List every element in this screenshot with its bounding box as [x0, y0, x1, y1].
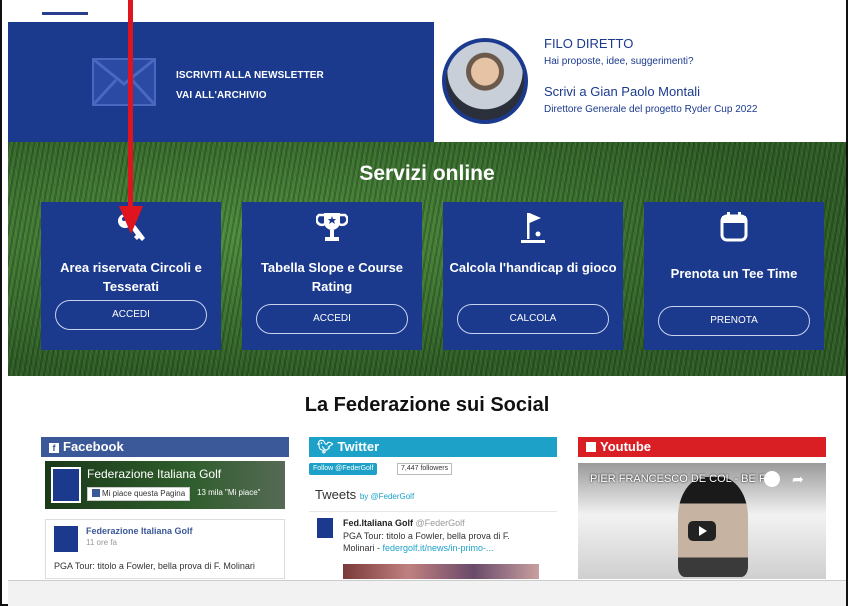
- tweet-author[interactable]: Fed.Italiana Golf: [343, 518, 413, 528]
- facebook-post[interactable]: Federazione Italiana Golf 11 ore fa PGA …: [45, 519, 285, 579]
- twitter-header: 🐦︎ Twitter: [309, 437, 557, 457]
- newsletter-archive-link[interactable]: VAI ALL'ARCHIVIO: [176, 86, 324, 106]
- trophy-icon: [316, 213, 348, 241]
- tweet-text-block: PGA Tour: titolo a Fowler, bella prova d…: [343, 530, 539, 554]
- tweet-image[interactable]: [343, 564, 539, 579]
- tweets-label: Tweets: [315, 487, 357, 502]
- youtube-icon: [586, 442, 596, 452]
- service-card-slope-rating: Tabella Slope e Course Rating ACCEDI: [242, 202, 422, 350]
- service-card-title: Tabella Slope e Course Rating: [260, 260, 404, 294]
- facebook-like-icon: [92, 489, 100, 497]
- accedi-slope-rating-button[interactable]: ACCEDI: [256, 304, 408, 334]
- twitter-panel: 🐦︎ Twitter Follow @FederGolf 7,447 follow…: [309, 437, 557, 579]
- filo-diretto-panel: FILO DIRETTO Hai proposte, idee, suggeri…: [434, 22, 846, 142]
- twitter-follow-button[interactable]: Follow @FederGolf: [309, 463, 378, 475]
- fig-logo: [317, 518, 333, 538]
- twitter-followers-count: 7,447 followers: [397, 463, 453, 475]
- calcola-handicap-button[interactable]: CALCOLA: [457, 304, 609, 334]
- social-section-title: La Federazione sui Social: [304, 394, 550, 416]
- watch-later-icon[interactable]: [764, 471, 780, 487]
- tweet-item[interactable]: Fed.Italiana Golf @FederGolf PGA Tour: t…: [309, 511, 557, 579]
- calendar-icon: [720, 212, 748, 242]
- twitter-header-label: Twitter: [337, 439, 380, 454]
- accedi-area-riservata-button[interactable]: ACCEDI: [55, 300, 207, 330]
- newsletter-panel: ISCRIVITI ALLA NEWSLETTER VAI ALL'ARCHIV…: [8, 22, 434, 142]
- red-arrow-annotation: [119, 0, 143, 234]
- twitter-bird-icon: 🐦︎: [317, 439, 334, 454]
- newsletter-subscribe-link[interactable]: ISCRIVITI ALLA NEWSLETTER: [176, 66, 324, 86]
- facebook-post-author[interactable]: Federazione Italiana Golf: [86, 526, 193, 536]
- facebook-page-cover[interactable]: Federazione Italiana Golf Mi piace quest…: [45, 461, 285, 509]
- service-card-handicap: Calcola l'handicap di gioco CALCOLA: [443, 202, 623, 350]
- youtube-video-title[interactable]: PIER FRANCESCO DE COL - BE F...: [590, 473, 774, 485]
- facebook-header-label: Facebook: [63, 439, 124, 454]
- filo-diretto-title: FILO DIRETTO: [544, 36, 634, 51]
- avatar: [442, 38, 528, 124]
- active-tab-indicator: [42, 12, 88, 15]
- service-card-title: Area riservata Circoli e Tesserati: [60, 260, 202, 294]
- facebook-like-button[interactable]: Mi piace questa Pagina: [87, 487, 191, 501]
- facebook-icon: f: [49, 443, 59, 453]
- facebook-page-name[interactable]: Federazione Italiana Golf: [87, 467, 221, 481]
- tweet-handle[interactable]: @FederGolf: [416, 518, 465, 528]
- youtube-header-label: Youtube: [600, 439, 652, 454]
- youtube-header: Youtube: [578, 437, 826, 457]
- youtube-video-player[interactable]: PIER FRANCESCO DE COL - BE F... ➦: [578, 463, 826, 579]
- share-arrow-icon[interactable]: ➦: [792, 471, 804, 488]
- facebook-like-label: Mi piace questa Pagina: [102, 489, 186, 498]
- facebook-post-text: PGA Tour: titolo a Fowler, bella prova d…: [54, 561, 255, 571]
- tweets-by-link[interactable]: by @FederGolf: [360, 492, 414, 501]
- fig-logo: [54, 526, 78, 552]
- service-card-tee-time: Prenota un Tee Time PRENOTA: [644, 202, 824, 350]
- write-to-director-link[interactable]: Scrivi a Gian Paolo Montali: [544, 84, 700, 99]
- director-role: Direttore Generale del progetto Ryder Cu…: [544, 104, 758, 115]
- tweet-link[interactable]: federgolf.it/news/in-primo-...: [383, 543, 494, 553]
- facebook-header: f Facebook: [41, 437, 289, 457]
- facebook-post-time: 11 ore fa: [86, 538, 117, 547]
- fig-logo: [51, 467, 81, 503]
- tweet-author-line: Fed.Italiana Golf @FederGolf: [343, 518, 465, 528]
- facebook-likes-count: 13 mila "Mi piace": [197, 488, 261, 497]
- service-card-title: Calcola l'handicap di gioco: [449, 260, 617, 275]
- filo-diretto-subtitle: Hai proposte, idee, suggerimenti?: [544, 56, 694, 67]
- prenota-tee-time-button[interactable]: PRENOTA: [658, 306, 810, 336]
- youtube-panel: Youtube PIER FRANCESCO DE COL - BE F... …: [578, 437, 826, 579]
- play-button-icon[interactable]: [688, 521, 716, 541]
- tweets-heading: Tweets by @FederGolf: [315, 487, 414, 502]
- golf-flag-icon: [521, 213, 545, 243]
- service-card-title: Prenota un Tee Time: [670, 266, 798, 281]
- page-bottom-bar: [8, 580, 846, 606]
- facebook-panel: f Facebook Federazione Italiana Golf Mi p…: [41, 437, 289, 579]
